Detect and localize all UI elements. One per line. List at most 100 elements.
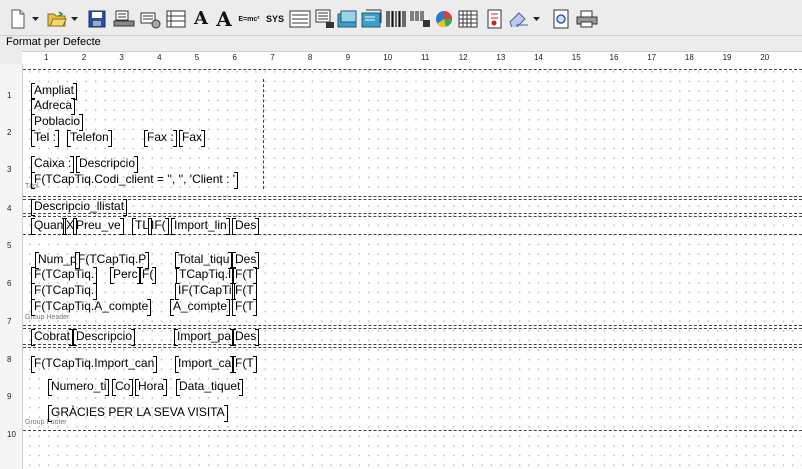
band-separator[interactable] (23, 347, 802, 348)
field-telefon[interactable]: Telefon (67, 130, 112, 147)
eraser-icon[interactable] (507, 8, 531, 30)
field-if[interactable]: IF( (148, 218, 169, 235)
field-hora[interactable]: Hora (134, 379, 168, 396)
data-field-icon[interactable] (288, 8, 312, 30)
field-import-lin[interactable]: Import_lin (171, 218, 230, 235)
field-num-p[interactable]: Num_p (35, 252, 80, 269)
printer-icon[interactable] (576, 8, 598, 30)
print-preview-icon[interactable] (112, 8, 136, 30)
field-descripcio[interactable]: Descripcio (75, 156, 139, 173)
label-tel[interactable]: Tel : (30, 130, 60, 147)
ruler-mark: 6 (232, 53, 237, 62)
label-caixa[interactable]: Caixa : (30, 156, 75, 173)
band-separator[interactable] (23, 216, 802, 217)
field-f-t-4[interactable]: F(T (232, 356, 257, 373)
band-setup-icon[interactable] (164, 8, 188, 30)
print-setup-icon[interactable] (138, 8, 162, 30)
image-data-icon[interactable] (360, 8, 384, 30)
field-total-tiqu[interactable]: Total_tiqu (174, 252, 233, 269)
band-separator[interactable] (23, 213, 802, 214)
field-des-2[interactable]: Des (231, 252, 260, 269)
report-canvas[interactable]: Títol Group Header Group Footer Ampliat … (23, 65, 802, 469)
field-des-1[interactable]: Des (231, 218, 260, 235)
ruler-mark: 15 (571, 53, 581, 62)
eraser-dropdown-arrow-icon[interactable] (532, 8, 542, 30)
vruler-mark: 10 (7, 430, 16, 439)
vruler-mark: 2 (7, 128, 12, 137)
barcode-icon[interactable] (384, 8, 408, 30)
properties-icon[interactable] (484, 8, 506, 30)
zoom-icon[interactable] (551, 8, 573, 30)
field-a-compte[interactable]: A_compte (169, 299, 231, 316)
text-icon[interactable]: A (190, 8, 212, 30)
ruler-mark: 16 (609, 53, 619, 62)
field-co[interactable]: Co (111, 379, 134, 396)
field-f-t-2[interactable]: F(T (232, 283, 257, 300)
data-icon[interactable] (312, 8, 336, 30)
field-data-tiquet[interactable]: Data_tiquet (175, 379, 244, 396)
field-numero-ti[interactable]: Numero_ti (47, 379, 110, 396)
band-separator[interactable] (23, 430, 802, 431)
label-fax[interactable]: Fax : (144, 130, 177, 147)
field-poblacio[interactable]: Poblacio (30, 114, 84, 131)
field-adreca[interactable]: Adreca (30, 98, 76, 115)
field-des-3[interactable]: Des (231, 329, 260, 346)
field-f-import-can[interactable]: F(TCapTiq.Import_can (30, 356, 158, 373)
field-gracies[interactable]: GRÀCIES PER LA SEVA VISITA (48, 405, 228, 422)
field-tcaptiq-i[interactable]: TCapTiq.I (175, 267, 235, 284)
field-import-ca[interactable]: Import_ca (174, 356, 235, 373)
ruler-mark: 4 (157, 53, 162, 62)
ruler-mark: 14 (534, 53, 543, 62)
band-separator[interactable] (23, 234, 802, 235)
field-f-tcaptiq-p[interactable]: F(TCapTiq.P (74, 252, 150, 269)
barcode-data-icon[interactable] (408, 8, 432, 30)
new-document-icon[interactable] (6, 8, 30, 30)
vruler-mark: 5 (7, 241, 12, 250)
field-f-tcaptiq-1[interactable]: F(TCapTiq. (30, 267, 98, 284)
ruler-mark: 8 (307, 53, 313, 62)
band-separator[interactable] (23, 199, 802, 200)
image-icon[interactable] (336, 8, 360, 30)
field-tl[interactable]: TL (131, 218, 153, 235)
open-dropdown-arrow-icon[interactable] (70, 8, 80, 30)
field-preu-ve[interactable]: Preu_ve (73, 218, 124, 235)
system-variable-icon[interactable]: SYS (263, 8, 287, 30)
chart-icon[interactable] (432, 8, 456, 30)
title-band-edge (263, 79, 264, 189)
field-perc[interactable]: Perc (110, 267, 141, 284)
format-bar: Format per Defecte (0, 36, 802, 50)
vruler-mark: 1 (7, 91, 12, 100)
ruler-mark: 20 (760, 53, 770, 62)
vruler-mark: 9 (7, 392, 12, 401)
field-f-a-compte[interactable]: F(TCapTiq.A_compte (30, 299, 152, 316)
field-f-tcaptiq-2[interactable]: F(TCapTiq. (30, 283, 98, 300)
grid-icon[interactable] (456, 8, 480, 30)
band-separator[interactable] (23, 69, 802, 70)
field-f-tcapti[interactable]: IF(TCapTi (175, 283, 235, 300)
field-descripcio-llistat[interactable]: Descripcio_llistat (30, 199, 128, 216)
band-separator[interactable] (23, 328, 802, 329)
field-f-t-3[interactable]: F(T (232, 299, 257, 316)
field-quan[interactable]: Quan (30, 218, 67, 235)
ruler-mark: 2 (81, 53, 87, 62)
band-separator[interactable] (23, 325, 802, 326)
band-separator[interactable] (23, 196, 802, 197)
field-fax[interactable]: Fax (178, 130, 206, 147)
field-codi-client[interactable]: F(TCapTiq.Codi_client = '', '', 'Client … (30, 172, 239, 189)
field-ampliat[interactable]: Ampliat (30, 83, 78, 100)
save-icon[interactable] (85, 8, 109, 30)
vruler-mark: 6 (7, 279, 12, 288)
formula-icon[interactable]: E=mc² (236, 8, 262, 30)
band-separator[interactable] (23, 344, 802, 345)
field-f-1[interactable]: F( (138, 267, 157, 284)
field-descripcio-2[interactable]: Descripcio (72, 329, 136, 346)
new-dropdown-arrow-icon[interactable] (31, 8, 41, 30)
open-folder-icon[interactable] (45, 8, 69, 30)
field-import-pa[interactable]: Import_pa (173, 329, 235, 346)
field-f-t-1[interactable]: F(T (232, 267, 257, 284)
ruler-mark: 12 (458, 53, 468, 62)
ruler-mark: 10 (383, 53, 393, 62)
field-cobrat[interactable]: Cobrat (30, 329, 74, 346)
text-large-icon[interactable]: A (213, 8, 235, 30)
vruler-mark: 8 (7, 355, 12, 364)
